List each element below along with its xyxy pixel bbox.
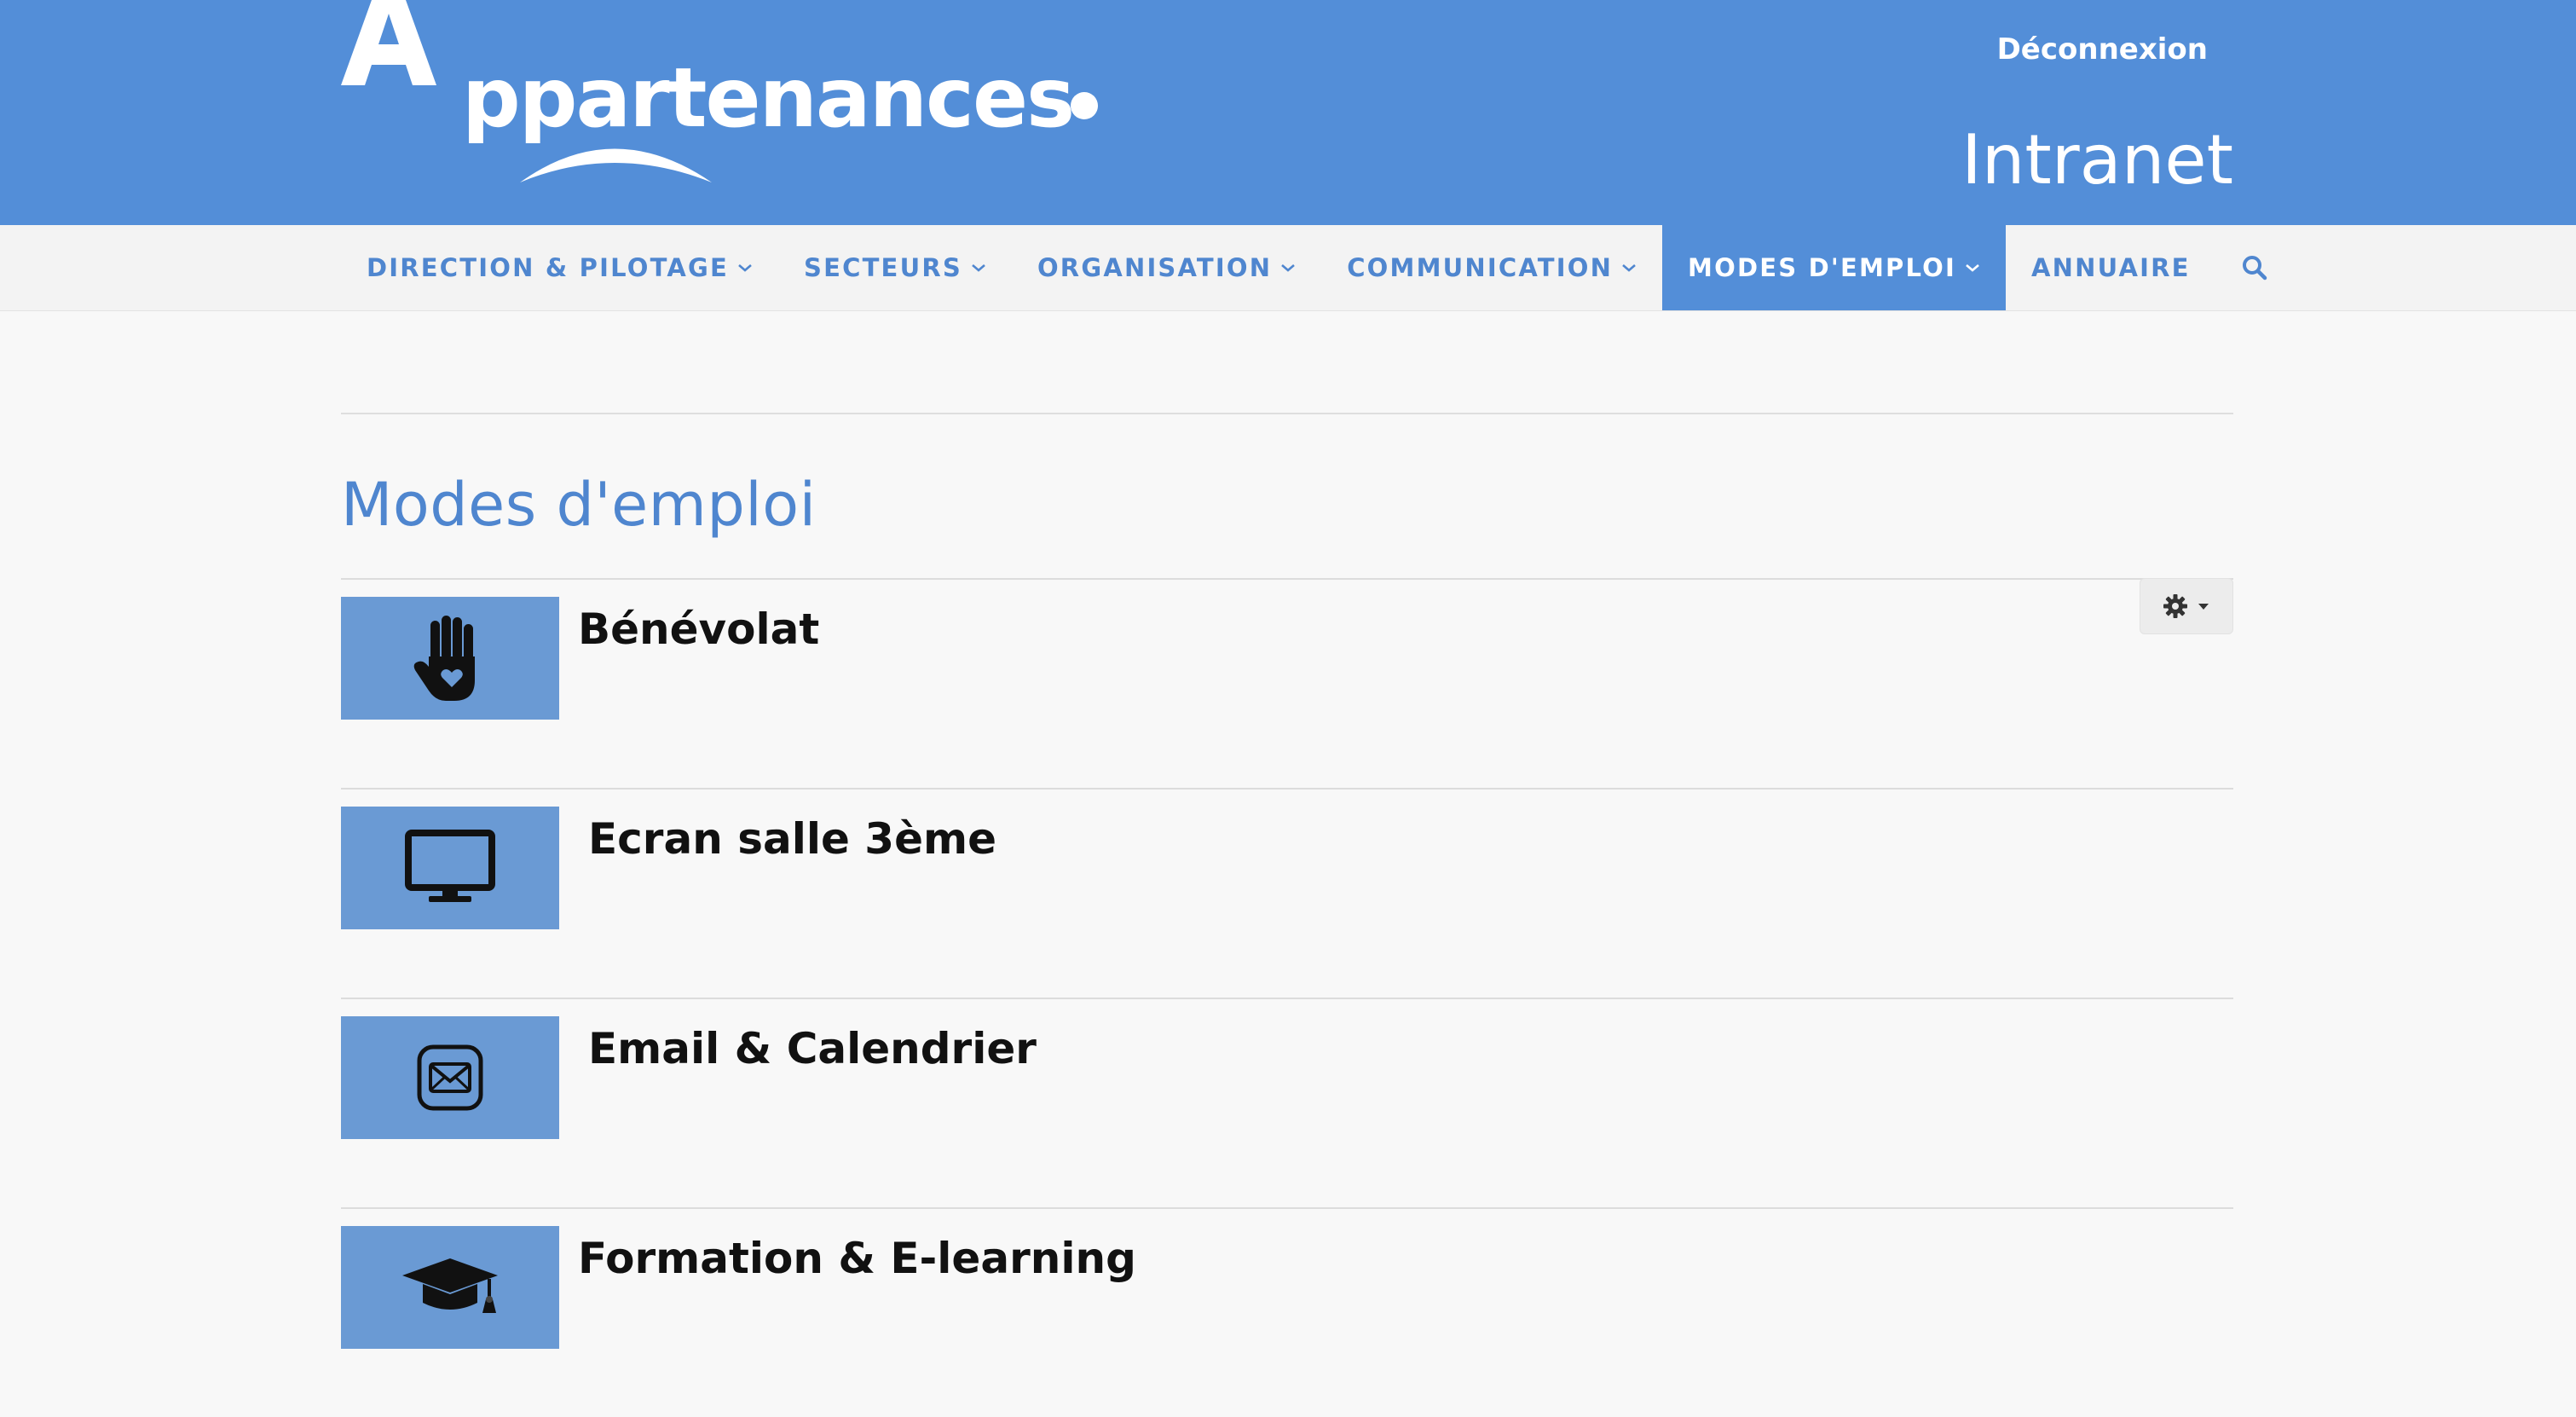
chevron-down-icon	[738, 264, 752, 272]
nav-item-annuaire[interactable]: Annuaire	[2006, 225, 2216, 310]
section-title: Intranet	[1961, 120, 2233, 200]
item-title-link[interactable]: Formation & E-learning	[578, 1229, 1136, 1287]
search-icon	[2242, 256, 2267, 281]
logout-link[interactable]: Déconnexion	[1997, 32, 2208, 67]
item-thumbnail[interactable]	[341, 807, 559, 929]
chevron-down-icon	[1622, 264, 1636, 272]
monitor-icon	[405, 830, 495, 902]
nav-item-label: Secteurs	[804, 253, 962, 282]
svg-text:ppartenances: ppartenances	[462, 50, 1073, 146]
gear-icon	[2163, 594, 2187, 618]
nav-search-button[interactable]	[2216, 225, 2293, 310]
chevron-down-icon	[1281, 264, 1296, 272]
nav-item-modes-emploi[interactable]: Modes d'emploi	[1662, 225, 2006, 310]
appartenances-logo[interactable]: ppartenances	[341, 0, 1108, 196]
main-navbar: Direction & pilotage Secteurs Organisati…	[0, 225, 2576, 311]
nav-item-organisation[interactable]: Organisation	[1012, 225, 1321, 310]
item-title-link[interactable]: Ecran salle 3ème	[588, 810, 996, 868]
item-title-link[interactable]: Bénévolat	[578, 600, 819, 658]
nav-item-communication[interactable]: Communication	[1321, 225, 1662, 310]
settings-dropdown-button[interactable]	[2140, 578, 2233, 634]
modes-emploi-list: Bénévolat Ecran salle 3ème Email & Calen…	[341, 578, 2233, 1417]
nav-menu: Direction & pilotage Secteurs Organisati…	[341, 225, 2293, 310]
chevron-down-icon	[972, 264, 985, 272]
nav-item-direction-pilotage[interactable]: Direction & pilotage	[341, 225, 778, 310]
item-thumbnail[interactable]	[341, 597, 559, 720]
nav-item-label: Communication	[1347, 253, 1614, 282]
list-item: Formation & E-learning	[341, 1207, 2233, 1417]
nav-item-label: Modes d'emploi	[1688, 253, 1956, 282]
graduation-cap-icon	[402, 1258, 498, 1313]
nav-item-label: Direction & pilotage	[367, 253, 729, 282]
site-header: ppartenances Déconnexion Intranet	[0, 0, 2576, 225]
item-thumbnail[interactable]	[341, 1016, 559, 1139]
envelope-icon	[417, 1044, 483, 1111]
nav-item-secteurs[interactable]: Secteurs	[778, 225, 1012, 310]
list-item: Email & Calendrier	[341, 998, 2233, 1207]
page-title: Modes d'emploi	[341, 470, 817, 540]
hand-heart-icon	[413, 616, 475, 701]
item-thumbnail[interactable]	[341, 1226, 559, 1349]
nav-item-label: Organisation	[1037, 253, 1273, 282]
list-item: Ecran salle 3ème	[341, 788, 2233, 998]
divider	[341, 413, 2233, 414]
caret-down-icon	[2198, 604, 2209, 610]
chevron-down-icon	[1966, 264, 1979, 272]
item-title-link[interactable]: Email & Calendrier	[588, 1020, 1037, 1078]
list-item: Bénévolat	[341, 578, 2233, 788]
nav-item-label: Annuaire	[2031, 253, 2191, 282]
